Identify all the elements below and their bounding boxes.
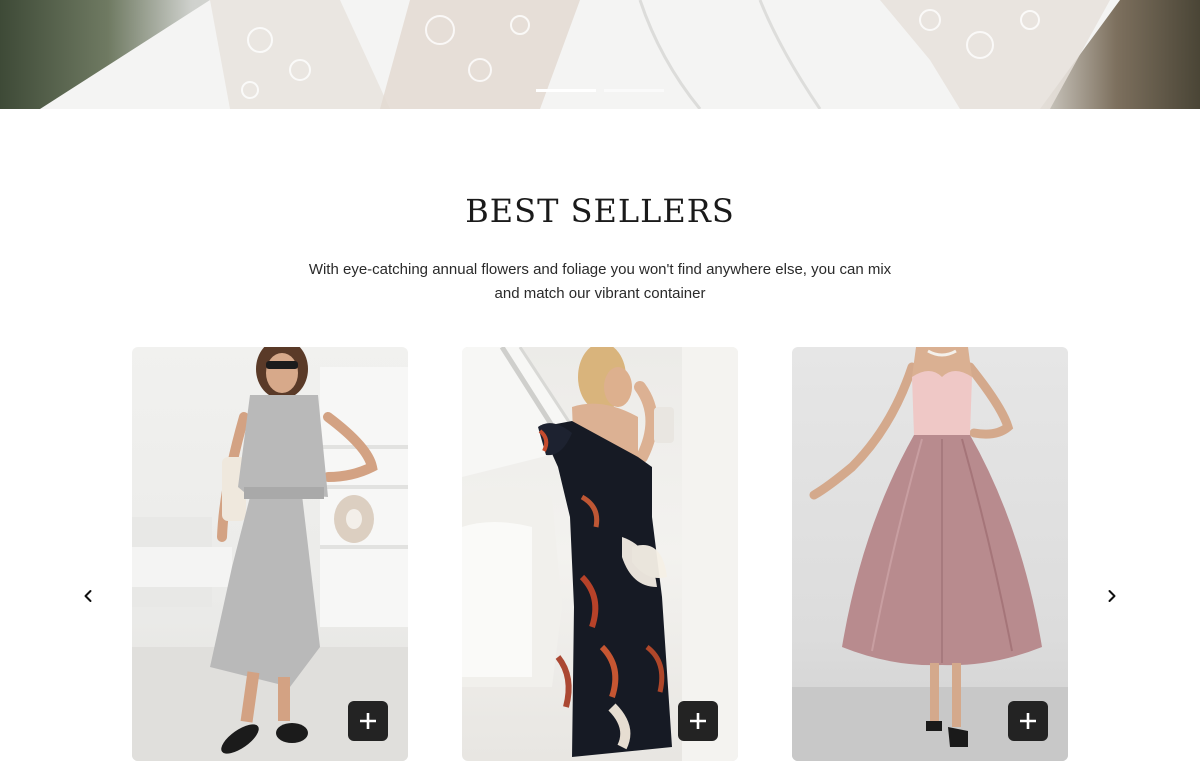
plus-icon [1020,713,1036,729]
hero-dot-2[interactable] [604,89,664,92]
hero-banner [0,0,1200,109]
product-image [462,347,738,761]
hero-dot-1[interactable] [536,89,596,92]
hero-slider-dots [536,89,664,92]
product-card[interactable] [132,347,408,761]
add-to-cart-button[interactable] [1008,701,1048,741]
add-to-cart-button[interactable] [678,701,718,741]
chevron-right-icon [1108,590,1116,602]
product-image [792,347,1068,761]
carousel-next-button[interactable] [1100,584,1124,608]
section-title: BEST SELLERS [465,192,735,230]
section-description: With eye-catching annual flowers and fol… [308,261,892,302]
chevron-left-icon [84,590,92,602]
plus-icon [690,713,706,729]
product-card[interactable] [792,347,1068,761]
hero-image [40,0,1120,109]
add-to-cart-button[interactable] [348,701,388,741]
product-image [132,347,408,761]
product-card[interactable] [462,347,738,761]
carousel-prev-button[interactable] [76,584,100,608]
plus-icon [360,713,376,729]
